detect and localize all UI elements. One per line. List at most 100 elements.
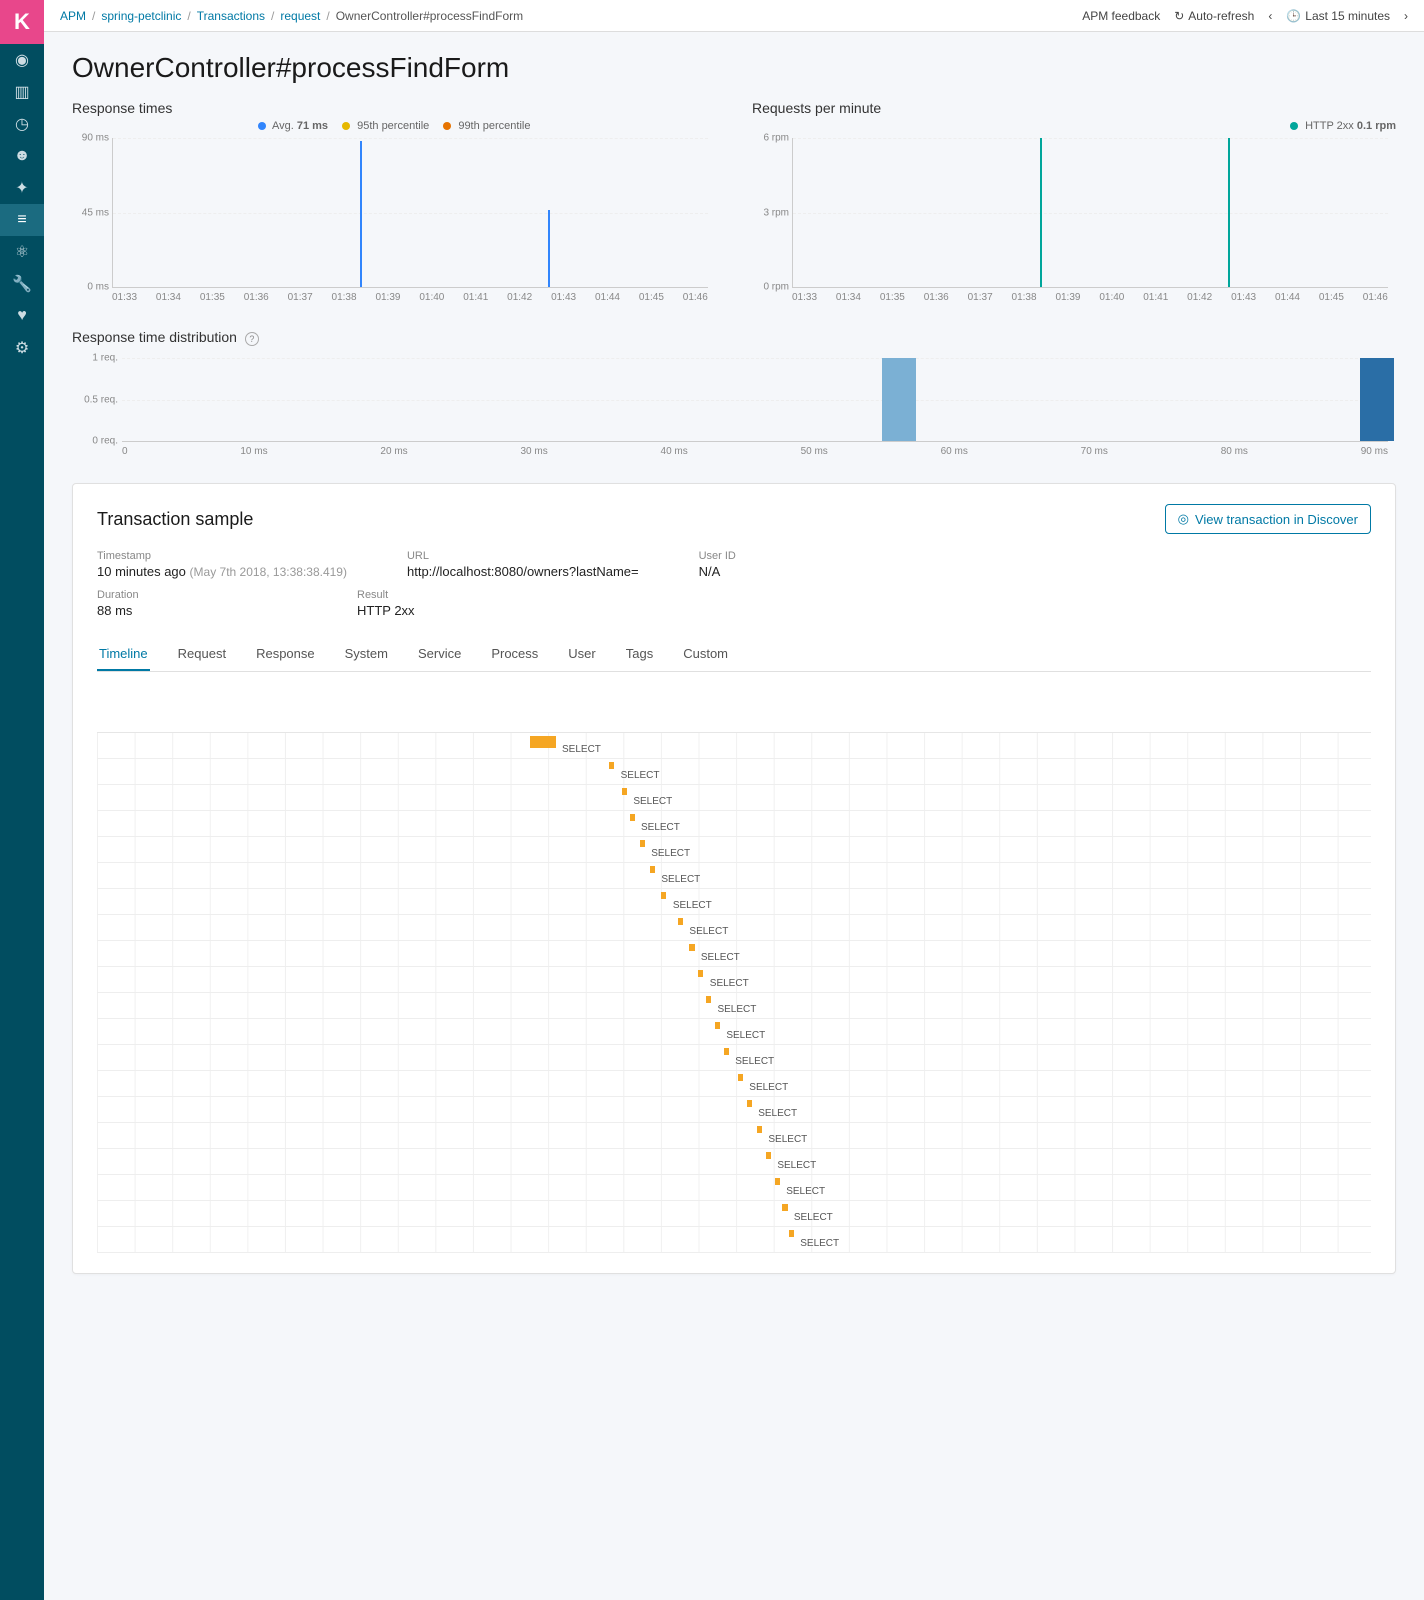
span-bar[interactable] xyxy=(640,840,645,847)
nav-apm-icon[interactable]: ≡ xyxy=(0,204,44,236)
timeline-row[interactable]: SELECT xyxy=(97,759,1371,785)
span-bar[interactable] xyxy=(775,1178,780,1185)
timeline-row[interactable]: SELECT xyxy=(97,837,1371,863)
legend-item[interactable]: Avg. 71 ms xyxy=(258,120,329,132)
span-label: SELECT xyxy=(794,1212,833,1223)
span-bar[interactable] xyxy=(782,1204,787,1211)
timeline-row[interactable]: SELECT xyxy=(97,1123,1371,1149)
span-bar[interactable] xyxy=(530,736,555,748)
tab-system[interactable]: System xyxy=(343,638,390,671)
timeline-row[interactable]: SELECT xyxy=(97,1201,1371,1227)
span-bar[interactable] xyxy=(766,1152,771,1159)
x-tick: 01:34 xyxy=(156,292,181,303)
timeline-waterfall[interactable]: SELECTSELECTSELECTSELECTSELECTSELECTSELE… xyxy=(97,732,1371,1253)
nav-gear-icon[interactable]: ⚙ xyxy=(0,332,44,364)
panel-title: Transaction sample xyxy=(97,509,253,530)
distribution-bar[interactable] xyxy=(1360,358,1394,441)
timeline-row[interactable]: SELECT xyxy=(97,915,1371,941)
span-bar[interactable] xyxy=(630,814,635,821)
span-bar[interactable] xyxy=(715,1022,720,1029)
kibana-logo-icon[interactable]: K xyxy=(0,0,44,44)
nav-graph-icon[interactable]: ⚛ xyxy=(0,236,44,268)
span-bar[interactable] xyxy=(706,996,711,1003)
span-bar[interactable] xyxy=(609,762,614,769)
timeline-row[interactable]: SELECT xyxy=(97,993,1371,1019)
timeline-row[interactable]: SELECT xyxy=(97,1175,1371,1201)
apm-feedback-link[interactable]: APM feedback xyxy=(1082,9,1160,23)
legend-item[interactable]: 95th percentile xyxy=(342,120,429,132)
data-spike[interactable] xyxy=(1228,138,1230,287)
timeline-row[interactable]: SELECT xyxy=(97,863,1371,889)
nav-compass-icon[interactable]: ◉ xyxy=(0,44,44,76)
span-bar[interactable] xyxy=(661,892,666,899)
x-tick: 01:37 xyxy=(288,292,313,303)
timeline-row[interactable]: SELECT xyxy=(97,941,1371,967)
timeline-row[interactable]: SELECT xyxy=(97,733,1371,759)
span-bar[interactable] xyxy=(724,1048,729,1055)
tab-custom[interactable]: Custom xyxy=(681,638,730,671)
span-bar[interactable] xyxy=(747,1100,752,1107)
tab-tags[interactable]: Tags xyxy=(624,638,655,671)
next-time-button[interactable]: › xyxy=(1404,9,1408,23)
nav-radar-icon[interactable]: ✦ xyxy=(0,172,44,204)
timeline-row[interactable]: SELECT xyxy=(97,1097,1371,1123)
span-bar[interactable] xyxy=(622,788,627,795)
nav-barchart-icon[interactable]: ▥ xyxy=(0,76,44,108)
timerange-button[interactable]: 🕒 Last 15 minutes xyxy=(1286,9,1390,23)
nav-stopwatch-icon[interactable]: ◷ xyxy=(0,108,44,140)
timeline-row[interactable]: SELECT xyxy=(97,889,1371,915)
span-bar[interactable] xyxy=(650,866,655,873)
timeline-row[interactable]: SELECT xyxy=(97,811,1371,837)
meta-timestamp: Timestamp 10 minutes ago (May 7th 2018, … xyxy=(97,550,347,579)
span-bar[interactable] xyxy=(738,1074,743,1081)
tab-request[interactable]: Request xyxy=(176,638,228,671)
span-label: SELECT xyxy=(689,926,728,937)
x-tick: 01:45 xyxy=(1319,292,1344,303)
nav-heart-icon[interactable]: ♥ xyxy=(0,300,44,332)
data-spike[interactable] xyxy=(1040,138,1042,287)
tab-user[interactable]: User xyxy=(566,638,597,671)
chart-title: Requests per minute xyxy=(752,100,1396,116)
span-bar[interactable] xyxy=(757,1126,762,1133)
tab-service[interactable]: Service xyxy=(416,638,463,671)
nav-wrench-icon[interactable]: 🔧 xyxy=(0,268,44,300)
timeline-row[interactable]: SELECT xyxy=(97,1019,1371,1045)
span-label: SELECT xyxy=(661,874,700,885)
view-in-discover-button[interactable]: ◎ View transaction in Discover xyxy=(1165,504,1371,534)
span-bar[interactable] xyxy=(789,1230,794,1237)
timeline-row[interactable]: SELECT xyxy=(97,1071,1371,1097)
tab-process[interactable]: Process xyxy=(489,638,540,671)
span-label: SELECT xyxy=(800,1238,839,1249)
distribution-chart[interactable]: 0 req.0.5 req.1 req. xyxy=(122,358,1388,442)
timeline-row[interactable]: SELECT xyxy=(97,1045,1371,1071)
legend-item[interactable]: HTTP 2xx 0.1 rpm xyxy=(1290,120,1396,132)
legend-item[interactable]: 99th percentile xyxy=(443,120,530,132)
breadcrumb-item[interactable]: Transactions xyxy=(197,9,265,23)
data-spike[interactable] xyxy=(360,141,362,287)
timeline-row[interactable]: SELECT xyxy=(97,1227,1371,1253)
help-icon[interactable]: ? xyxy=(245,332,259,346)
chart-canvas[interactable]: 0 rpm3 rpm6 rpm xyxy=(792,138,1388,288)
prev-time-button[interactable]: ‹ xyxy=(1268,9,1272,23)
y-tick: 0 req. xyxy=(72,436,118,447)
span-bar[interactable] xyxy=(698,970,703,977)
distribution-bar[interactable] xyxy=(882,358,916,441)
breadcrumb-item[interactable]: APM xyxy=(60,9,86,23)
tab-response[interactable]: Response xyxy=(254,638,317,671)
timeline-row[interactable]: SELECT xyxy=(97,1149,1371,1175)
x-tick: 01:37 xyxy=(968,292,993,303)
data-spike[interactable] xyxy=(548,210,550,287)
tab-timeline[interactable]: Timeline xyxy=(97,638,150,671)
x-tick: 01:40 xyxy=(1099,292,1124,303)
x-tick: 0 xyxy=(122,446,128,457)
auto-refresh-button[interactable]: ↻ Auto-refresh xyxy=(1174,9,1254,23)
x-tick: 80 ms xyxy=(1221,446,1248,457)
breadcrumb-item[interactable]: request xyxy=(280,9,320,23)
span-bar[interactable] xyxy=(689,944,694,951)
timeline-row[interactable]: SELECT xyxy=(97,967,1371,993)
breadcrumb-item[interactable]: spring-petclinic xyxy=(101,9,181,23)
span-bar[interactable] xyxy=(678,918,683,925)
nav-face-icon[interactable]: ☻ xyxy=(0,140,44,172)
timeline-row[interactable]: SELECT xyxy=(97,785,1371,811)
chart-canvas[interactable]: 0 ms45 ms90 ms xyxy=(112,138,708,288)
